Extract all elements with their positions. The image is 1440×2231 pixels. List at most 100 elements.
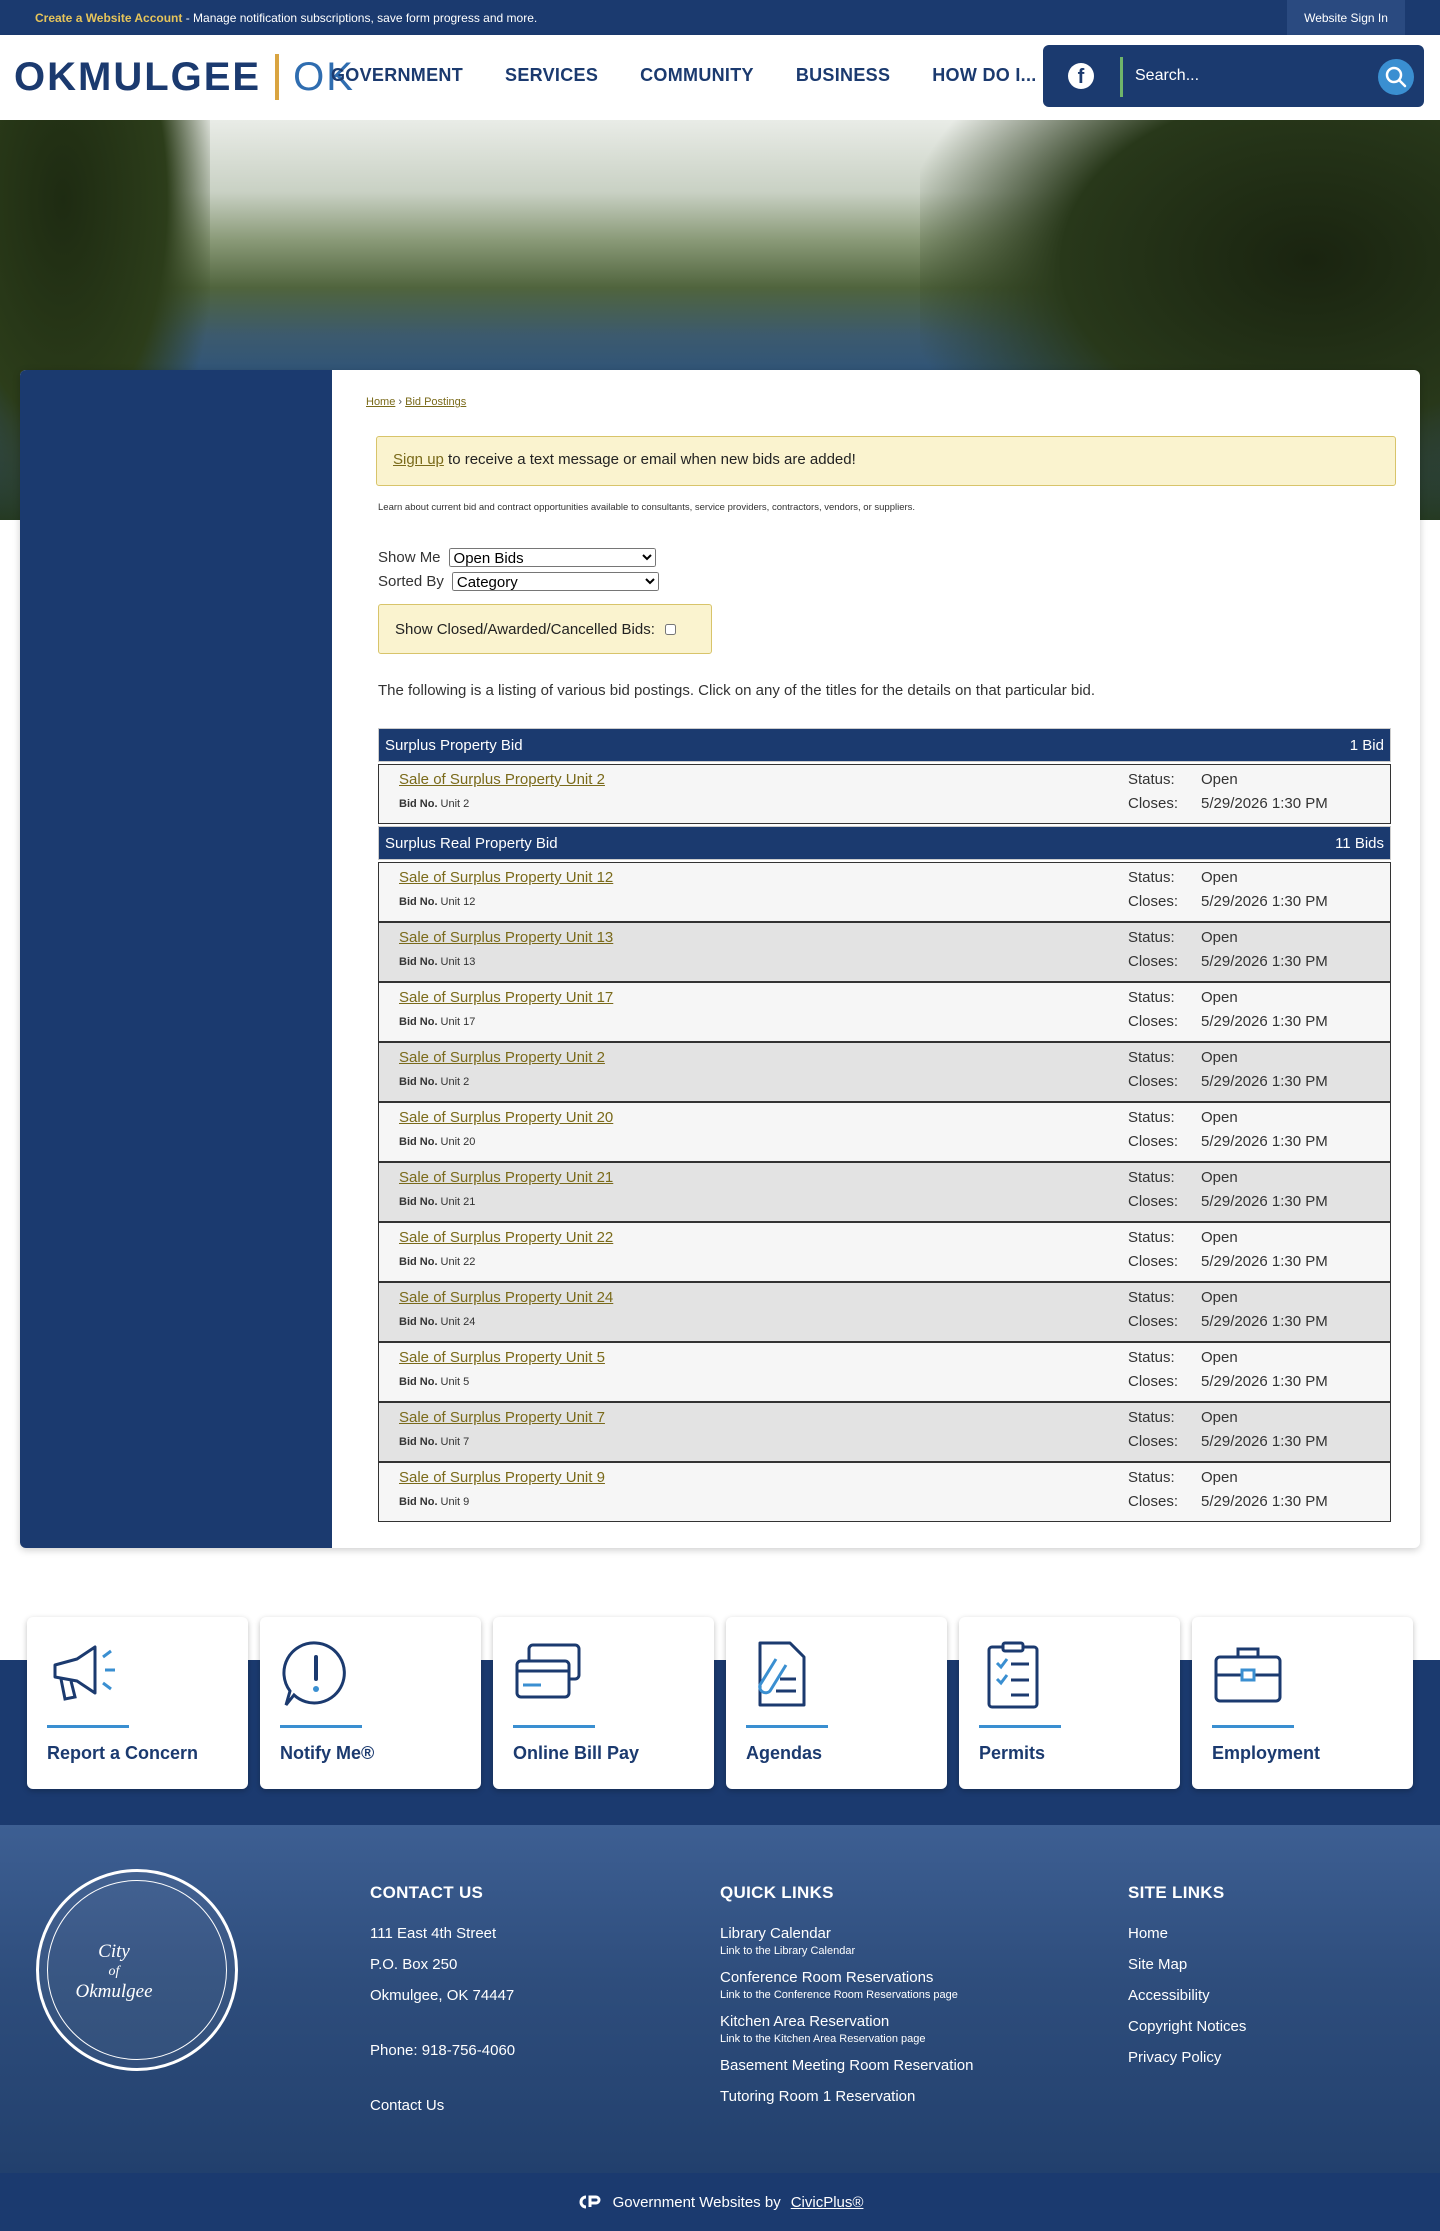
bid-title-link[interactable]: Sale of Surplus Property Unit 20 xyxy=(399,1109,613,1126)
search-button[interactable] xyxy=(1378,59,1414,95)
tile-underline xyxy=(280,1725,362,1728)
nav-item-business[interactable]: BUSINESS xyxy=(775,65,911,86)
bid-closes-label: Closes: xyxy=(1128,1313,1179,1330)
tile-underline xyxy=(47,1725,129,1728)
bid-title-link[interactable]: Sale of Surplus Property Unit 2 xyxy=(399,1049,605,1066)
bid-number-label: Bid No. xyxy=(399,1016,438,1028)
bid-status-label: Status: xyxy=(1128,929,1175,946)
nav-item-government[interactable]: GOVERNMENT xyxy=(310,65,484,86)
sorted-by-select[interactable]: Category xyxy=(451,572,659,591)
search-divider xyxy=(1120,57,1123,97)
bid-closes-value: 5/29/2026 1:30 PM xyxy=(1201,1493,1328,1510)
main-nav: GOVERNMENT SERVICES COMMUNITY BUSINESS H… xyxy=(310,65,1058,86)
tile-report-a-concern[interactable]: Report a Concern xyxy=(27,1617,248,1789)
civicplus-link[interactable]: CivicPlus® xyxy=(791,2194,864,2211)
bid-number-label: Bid No. xyxy=(399,1496,438,1508)
create-account-link[interactable]: Create a Website Account xyxy=(35,11,182,25)
bid-closes-label: Closes: xyxy=(1128,1493,1179,1510)
bid-number-label: Bid No. xyxy=(399,1436,438,1448)
contact-address-2: P.O. Box 250 xyxy=(370,1956,458,1973)
bid-title-link[interactable]: Sale of Surplus Property Unit 7 xyxy=(399,1409,605,1426)
signup-alert-text: to receive a text message or email when … xyxy=(443,451,856,468)
bid-number: Bid No. Unit 24 xyxy=(399,1316,475,1328)
bid-row: Sale of Surplus Property Unit 2 Bid No. U… xyxy=(378,1042,1391,1102)
bid-row: Sale of Surplus Property Unit 9 Bid No. U… xyxy=(378,1462,1391,1522)
quick-link-item[interactable]: Kitchen Area Reservation Link to the Kit… xyxy=(720,2013,973,2045)
bid-status-label: Status: xyxy=(1128,1109,1175,1126)
nav-item-how-do-i[interactable]: HOW DO I... xyxy=(911,65,1057,86)
bid-number-value: Unit 22 xyxy=(437,1256,476,1268)
bid-number-value: Unit 9 xyxy=(437,1496,470,1508)
bid-title-link[interactable]: Sale of Surplus Property Unit 21 xyxy=(399,1169,613,1186)
site-link-privacy[interactable]: Privacy Policy xyxy=(1128,2049,1246,2066)
show-me-select[interactable]: Open Bids xyxy=(448,548,656,567)
bid-title-link[interactable]: Sale of Surplus Property Unit 9 xyxy=(399,1469,605,1486)
city-seal-logo[interactable]: City of Okmulgee xyxy=(36,1869,238,2071)
quick-link-item[interactable]: Conference Room Reservations Link to the… xyxy=(720,1969,973,2001)
bid-category-count: 11 Bids xyxy=(1335,834,1384,852)
nav-item-services[interactable]: SERVICES xyxy=(484,65,619,86)
quick-link-label: Tutoring Room 1 Reservation xyxy=(720,2088,916,2105)
contact-us-link[interactable]: Contact Us xyxy=(370,2097,515,2114)
bid-row: Sale of Surplus Property Unit 7 Bid No. U… xyxy=(378,1402,1391,1462)
site-logo[interactable]: OKMULGEE OK xyxy=(14,53,355,101)
bid-title-link[interactable]: Sale of Surplus Property Unit 5 xyxy=(399,1349,605,1366)
account-message: Create a Website Account - Manage notifi… xyxy=(35,11,537,25)
nav-item-community[interactable]: COMMUNITY xyxy=(619,65,775,86)
show-closed-label: Show Closed/Awarded/Cancelled Bids: xyxy=(395,620,655,638)
bid-title-link[interactable]: Sale of Surplus Property Unit 17 xyxy=(399,989,613,1006)
quick-link-item[interactable]: Library Calendar Link to the Library Cal… xyxy=(720,1925,973,1957)
footer-site-links: SITE LINKS Home Site Map Accessibility C… xyxy=(1128,1883,1246,2066)
bid-row: Sale of Surplus Property Unit 5 Bid No. U… xyxy=(378,1342,1391,1402)
bid-status-value: Open xyxy=(1201,1289,1238,1306)
tile-agendas[interactable]: Agendas xyxy=(726,1617,947,1789)
bid-row: Sale of Surplus Property Unit 13 Bid No. … xyxy=(378,922,1391,982)
bid-title-link[interactable]: Sale of Surplus Property Unit 22 xyxy=(399,1229,613,1246)
contact-phone[interactable]: Phone: 918-756-4060 xyxy=(370,2042,515,2059)
bid-title-link[interactable]: Sale of Surplus Property Unit 2 xyxy=(399,771,605,788)
bid-number-label: Bid No. xyxy=(399,1316,438,1328)
bid-closes-value: 5/29/2026 1:30 PM xyxy=(1201,953,1328,970)
breadcrumb-home[interactable]: Home xyxy=(366,396,395,408)
signup-link[interactable]: Sign up xyxy=(393,451,444,468)
bid-title-link[interactable]: Sale of Surplus Property Unit 13 xyxy=(399,929,613,946)
seal-text-of: of xyxy=(108,1964,120,1979)
civicplus-logo-icon xyxy=(579,2195,600,2209)
tile-employment[interactable]: Employment xyxy=(1192,1617,1413,1789)
search-input[interactable] xyxy=(1135,61,1375,91)
bid-category-count: 1 Bid xyxy=(1349,736,1384,754)
footer-quick-links: QUICK LINKS Library Calendar Link to the… xyxy=(720,1883,973,2105)
seal-text-city: City xyxy=(98,1941,130,1962)
bid-number-value: Unit 7 xyxy=(437,1436,470,1448)
tile-permits[interactable]: Permits xyxy=(959,1617,1180,1789)
bid-number: Bid No. Unit 22 xyxy=(399,1256,475,1268)
website-sign-in-button[interactable]: Website Sign In xyxy=(1287,0,1405,35)
show-closed-checkbox[interactable] xyxy=(664,623,676,635)
bid-title-link[interactable]: Sale of Surplus Property Unit 24 xyxy=(399,1289,613,1306)
breadcrumb-current[interactable]: Bid Postings xyxy=(405,396,466,408)
tile-online-bill-pay[interactable]: Online Bill Pay xyxy=(493,1617,714,1789)
quick-link-item[interactable]: Basement Meeting Room Reservation xyxy=(720,2057,973,2074)
bid-closes-value: 5/29/2026 1:30 PM xyxy=(1201,893,1328,910)
logo-divider xyxy=(275,54,280,100)
facebook-icon[interactable]: f xyxy=(1068,63,1094,89)
bid-closes-label: Closes: xyxy=(1128,795,1179,812)
quick-link-item[interactable]: Tutoring Room 1 Reservation xyxy=(720,2088,973,2105)
tile-label: Notify Me® xyxy=(280,1743,375,1763)
bid-closes-label: Closes: xyxy=(1128,1013,1179,1030)
tile-notify-me[interactable]: Notify Me® xyxy=(260,1617,481,1789)
site-link-copyright[interactable]: Copyright Notices xyxy=(1128,2018,1246,2035)
breadcrumb-separator: › xyxy=(398,396,403,408)
site-link-accessibility[interactable]: Accessibility xyxy=(1128,1987,1246,2004)
site-link-site-map[interactable]: Site Map xyxy=(1128,1956,1246,1973)
account-description: - Manage notification subscriptions, sav… xyxy=(182,11,538,25)
quick-links-heading: QUICK LINKS xyxy=(720,1883,834,1902)
megaphone-icon xyxy=(53,1645,115,1701)
bid-status-label: Status: xyxy=(1128,1229,1175,1246)
bid-number-label: Bid No. xyxy=(399,1136,438,1148)
bid-closes-value: 5/29/2026 1:30 PM xyxy=(1201,1373,1328,1390)
site-link-home[interactable]: Home xyxy=(1128,1925,1246,1942)
bid-title-link[interactable]: Sale of Surplus Property Unit 12 xyxy=(399,869,613,886)
bid-status-value: Open xyxy=(1201,1109,1238,1126)
quick-link-description: Link to the Conference Room Reservations… xyxy=(720,1989,958,2001)
